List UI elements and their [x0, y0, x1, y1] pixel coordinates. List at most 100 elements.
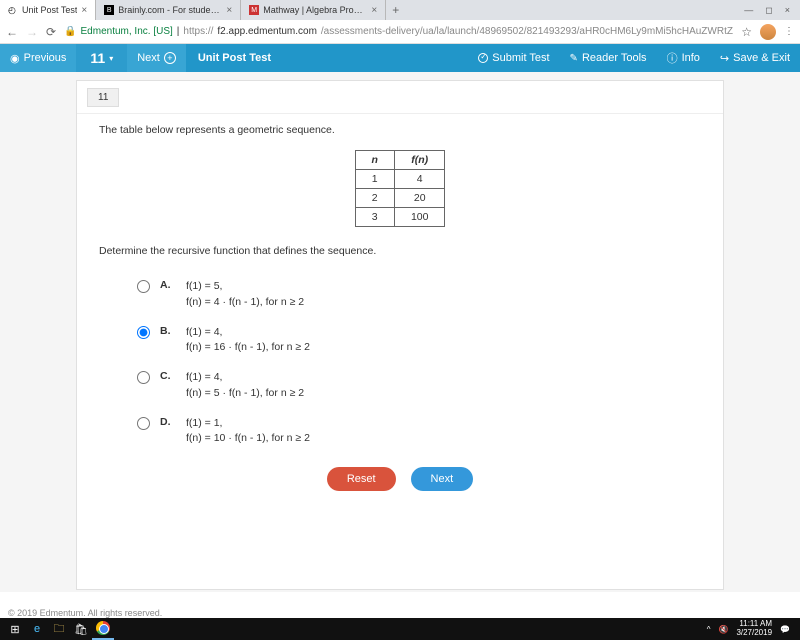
option-c[interactable]: C. f(1) = 4, f(n) = 5 · f(n - 1), for n … — [137, 370, 701, 402]
option-letter: A. — [160, 279, 176, 291]
start-button[interactable]: ⊞ — [4, 618, 26, 640]
save-exit-button[interactable]: Save & Exit — [710, 44, 800, 72]
option-text: f(1) = 5, f(n) = 4 · f(n - 1), for n ≥ 2 — [186, 279, 304, 311]
option-line2: f(n) = 16 · f(n - 1), for n ≥ 2 — [186, 340, 310, 356]
tray-chevron-icon[interactable]: ^ — [707, 625, 711, 634]
store-icon[interactable]: 🛍 — [70, 618, 92, 640]
question-body: The table below represents a geometric s… — [77, 114, 723, 501]
clock[interactable]: 11:11 AM 3/27/2019 — [736, 620, 772, 638]
chevron-down-icon: ▾ — [109, 54, 113, 63]
close-icon[interactable]: × — [371, 5, 377, 16]
option-line1: f(1) = 4, — [186, 325, 310, 341]
next-label: Next — [137, 52, 160, 64]
question-prompt-1: The table below represents a geometric s… — [99, 124, 701, 136]
edge-icon[interactable]: e — [26, 618, 48, 640]
toolbar-actions: ☆ ⋮ — [741, 24, 794, 40]
plus-icon: + — [164, 52, 176, 64]
chevron-left-icon: ◉ — [10, 52, 20, 65]
chrome-icon[interactable] — [92, 618, 114, 640]
option-line2: f(n) = 5 · f(n - 1), for n ≥ 2 — [186, 386, 304, 402]
option-text: f(1) = 4, f(n) = 16 · f(n - 1), for n ≥ … — [186, 325, 310, 357]
option-line2: f(n) = 10 · f(n - 1), for n ≥ 2 — [186, 431, 310, 447]
question-card: 11 The table below represents a geometri… — [76, 80, 724, 590]
radio-c[interactable] — [137, 371, 150, 384]
table-row: 3 100 — [355, 208, 445, 227]
browser-tab-0[interactable]: ◴ Unit Post Test × — [0, 0, 96, 20]
close-window-button[interactable]: × — [785, 5, 790, 16]
new-tab-button[interactable]: + — [386, 3, 405, 17]
save-exit-label: Save & Exit — [733, 52, 790, 64]
cell-fn: 20 — [394, 189, 445, 208]
url-host: f2.app.edmentum.com — [217, 26, 317, 37]
option-text: f(1) = 4, f(n) = 5 · f(n - 1), for n ≥ 2 — [186, 370, 304, 402]
option-line1: f(1) = 1, — [186, 416, 310, 432]
lock-icon: 🔒 — [64, 26, 76, 37]
favicon: B — [104, 5, 114, 15]
back-button[interactable]: ← — [6, 25, 18, 39]
windows-taskbar: ⊞ e 🗀 🛍 ^ 🔇 11:11 AM 3/27/2019 💬 — [0, 618, 800, 640]
question-number-badge: 11 — [87, 88, 119, 107]
address-bar[interactable]: 🔒 Edmentum, Inc. [US] | https:// f2.app.e… — [64, 26, 733, 37]
next-page-button[interactable]: Next + — [127, 44, 186, 72]
option-b[interactable]: B. f(1) = 4, f(n) = 16 · f(n - 1), for n… — [137, 325, 701, 357]
browser-toolbar: ← → ⟳ 🔒 Edmentum, Inc. [US] | https:// f2… — [0, 20, 800, 44]
maximize-button[interactable]: ◻ — [765, 5, 772, 16]
minimize-button[interactable]: — — [744, 5, 753, 16]
table-row: 2 20 — [355, 189, 445, 208]
page-title: Unit Post Test — [186, 52, 271, 64]
url-org: Edmentum, Inc. [US] — [81, 26, 173, 37]
reader-tools-button[interactable]: Reader Tools — [560, 44, 657, 72]
cell-fn: 4 — [394, 170, 445, 189]
radio-b[interactable] — [137, 326, 150, 339]
date: 3/27/2019 — [736, 629, 772, 638]
option-text: f(1) = 1, f(n) = 10 · f(n - 1), for n ≥ … — [186, 416, 310, 448]
profile-avatar[interactable] — [760, 24, 776, 40]
previous-button[interactable]: ◉ Previous — [0, 44, 76, 72]
reader-label: Reader Tools — [582, 52, 647, 64]
cell-n: 2 — [355, 189, 394, 208]
option-d[interactable]: D. f(1) = 1, f(n) = 10 · f(n - 1), for n… — [137, 416, 701, 448]
exit-icon — [720, 52, 729, 65]
pencil-icon — [570, 52, 578, 64]
favicon: ◴ — [8, 5, 18, 15]
volume-icon[interactable]: 🔇 — [718, 625, 728, 634]
sequence-table: n f(n) 1 4 2 20 3 100 — [355, 150, 446, 227]
info-label: Info — [682, 52, 700, 64]
table-header-row: n f(n) — [355, 151, 445, 170]
header-fn: f(n) — [394, 151, 445, 170]
url-prefix: https:// — [183, 26, 213, 37]
close-icon[interactable]: × — [81, 5, 87, 16]
next-button[interactable]: Next — [411, 467, 474, 491]
browser-tab-1[interactable]: B Brainly.com - For students. By stu × — [96, 0, 241, 20]
option-line1: f(1) = 4, — [186, 370, 304, 386]
cell-fn: 100 — [394, 208, 445, 227]
favicon: M — [249, 5, 259, 15]
submit-test-button[interactable]: Submit Test — [468, 44, 559, 72]
radio-d[interactable] — [137, 417, 150, 430]
workspace: 11 The table below represents a geometri… — [0, 72, 800, 592]
file-explorer-icon[interactable]: 🗀 — [48, 618, 70, 640]
button-row: Reset Next — [99, 467, 701, 491]
header-n: n — [355, 151, 394, 170]
option-letter: B. — [160, 325, 176, 337]
radio-a[interactable] — [137, 280, 150, 293]
reload-button[interactable]: ⟳ — [46, 25, 56, 39]
question-prompt-2: Determine the recursive function that de… — [99, 245, 701, 257]
page-number: 11 — [90, 50, 105, 66]
close-icon[interactable]: × — [226, 5, 232, 16]
previous-label: Previous — [24, 52, 67, 64]
forward-button[interactable]: → — [26, 25, 38, 39]
notifications-icon[interactable]: 💬 — [780, 625, 790, 634]
tab-title: Mathway | Algebra Problem Solv — [263, 5, 367, 15]
menu-icon[interactable]: ⋮ — [784, 26, 794, 37]
info-button[interactable]: Info — [657, 44, 710, 72]
option-a[interactable]: A. f(1) = 5, f(n) = 4 · f(n - 1), for n … — [137, 279, 701, 311]
bookmark-icon[interactable]: ☆ — [741, 25, 752, 39]
url-separator: | — [177, 26, 180, 37]
reset-button[interactable]: Reset — [327, 467, 396, 491]
page-indicator[interactable]: 11 ▾ — [76, 44, 127, 72]
browser-tab-2[interactable]: M Mathway | Algebra Problem Solv × — [241, 0, 386, 20]
question-number-row: 11 — [77, 81, 723, 114]
url-path: /assessments-delivery/ua/la/launch/48969… — [321, 26, 733, 37]
tab-title: Unit Post Test — [22, 5, 77, 15]
